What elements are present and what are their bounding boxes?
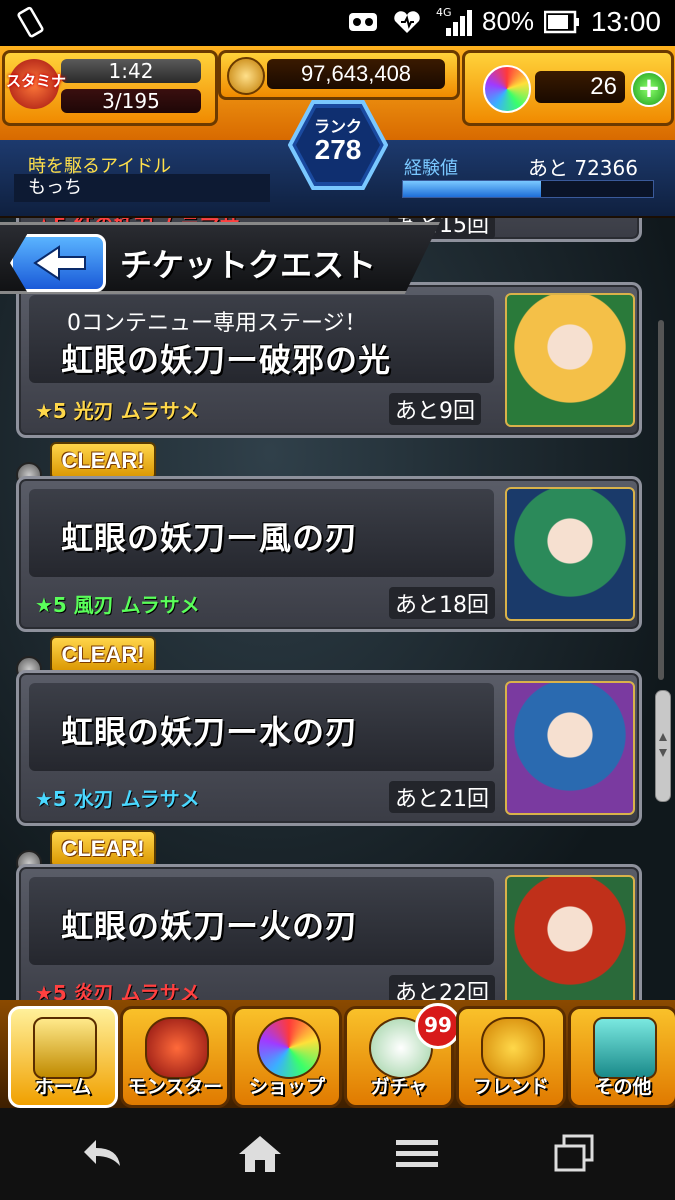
nav-button-3[interactable]: ガチャ 99 [344,1003,461,1108]
quest-card[interactable]: 虹眼の妖刀ー風の刃 ★5 風刃 ムラサメ あと18回 [16,476,642,632]
status-bar: 4G 80% 13:00 [0,0,675,46]
quest-remaining: あと9回 [389,393,481,425]
exp-bar [402,180,654,198]
quest-title: 虹眼の妖刀ー水の刃 [61,713,359,751]
monster-icon [145,1017,209,1079]
gold-coin-icon [227,57,265,95]
back-button[interactable] [10,234,106,292]
quest-list-area[interactable]: ★5 紅の妖刀 ムラマサ あと15回 0コンテニュー専用ステージ！虹眼の妖刀ー破… [0,218,675,1000]
android-nav-bar [0,1108,675,1200]
quest-portrait-image [505,875,635,1000]
nav-button-0[interactable]: ホーム [8,1006,118,1108]
exp-bar-fill [403,181,541,197]
nav-label: フレンド [472,1076,549,1098]
quest-star-label: ★5 炎刃 ムラサメ [35,981,200,1000]
back-arrow-icon [33,245,86,281]
quest-remaining: あと18回 [389,587,495,619]
clear-badge: CLEAR! [50,442,156,480]
gold-panel: 97,643,408 [218,50,460,100]
orb-count: 26 [535,71,625,103]
quest-card[interactable]: 虹眼の妖刀ー水の刃 ★5 水刃 ムラサメ あと21回 [16,670,642,826]
nav-button-5[interactable]: その他 [568,1006,675,1108]
quest-card[interactable]: 0コンテニュー専用ステージ！ 虹眼の妖刀ー破邪の光 ★5 光刃 ムラサメ あと9回 [16,282,642,438]
orb-panel[interactable]: 26 + [462,50,674,126]
orb-icon [483,65,531,113]
battery-percent: 80% [482,6,535,36]
quest-card[interactable]: 虹眼の妖刀ー火の刃 ★5 炎刃 ムラサメ あと22回 [16,864,642,1000]
nav-button-2[interactable]: ショップ [232,1006,342,1108]
clear-badge: CLEAR! [50,830,156,868]
quest-star-label: ★5 風刃 ムラサメ [35,593,200,617]
rank-value: 278 [314,134,362,165]
nav-button-1[interactable]: モンスター [120,1006,230,1108]
nav-label: モンスター [127,1076,223,1098]
friend-icon [481,1017,545,1079]
quest-subtitle: 0コンテニュー専用ステージ！ [67,311,367,336]
nav-button-4[interactable]: フレンド [456,1006,566,1108]
signal-icon: 4G [436,6,476,38]
stamina-value: 3/195 [61,89,201,113]
shop-orb-icon [257,1017,321,1079]
quest-portrait-image [505,487,635,621]
nav-label: ショップ [248,1076,325,1098]
clear-badge: CLEAR! [50,636,156,674]
player-name: もっち [14,174,270,202]
page-title: チケットクエスト [120,246,377,284]
quest-title: 虹眼の妖刀ー破邪の光 [61,341,392,379]
nav-label: ガチャ [370,1076,428,1098]
add-orb-button[interactable]: + [631,71,667,107]
battery-icon [543,10,580,34]
nav-label: ホーム [34,1076,92,1098]
other-icon [593,1017,657,1079]
quest-portrait-image [505,681,635,815]
home-icon [33,1017,97,1079]
quest-remaining: あと21回 [389,781,495,813]
scrollbar-handle[interactable] [655,690,671,802]
quest-star-label: ★5 光刃 ムラサメ [35,399,200,423]
menu-nav-icon[interactable] [392,1134,442,1174]
gacha-count-badge: 99 [415,1003,461,1049]
phone-rotate-icon [14,6,48,40]
recents-nav-icon[interactable] [550,1134,600,1174]
exp-label: 経験値 [404,158,458,179]
quest-portrait-image [505,293,635,427]
clock: 13:00 [590,6,661,37]
quest-star-label: ★5 水刃 ムラサメ [35,787,200,811]
quest-title: 虹眼の妖刀ー火の刃 [61,907,359,945]
scroll-track [658,320,664,680]
stamina-timer: 1:42 [61,59,201,83]
quest-remaining: あと22回 [389,975,495,1000]
stamina-label: スタミナ [6,72,67,90]
quest-title: 虹眼の妖刀ー風の刃 [61,519,359,557]
heart-icon [392,9,422,35]
gold-value: 97,643,408 [267,59,445,89]
back-nav-icon[interactable] [78,1134,128,1174]
exp-remaining: あと 72366 [528,156,638,180]
bottom-nav: ホーム モンスター ショップ ガチャ 99 フレンド その他 [0,1000,675,1108]
home-nav-icon[interactable] [235,1134,285,1174]
vr-icon [348,9,378,35]
nav-label: その他 [594,1076,652,1098]
